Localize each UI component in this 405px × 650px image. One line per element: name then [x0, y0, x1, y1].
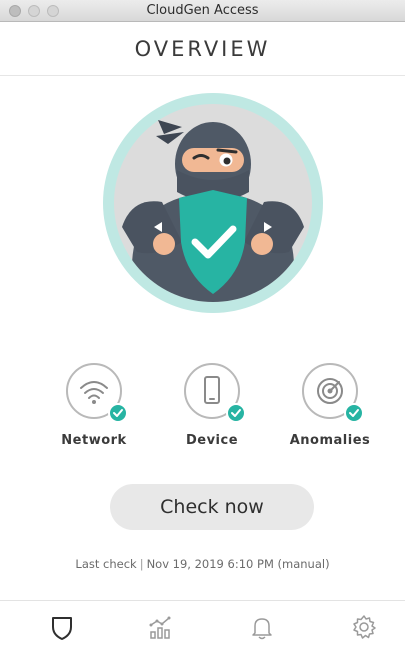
window-title: CloudGen Access [146, 3, 259, 18]
chart-icon [149, 616, 171, 639]
tab-overview[interactable] [48, 613, 76, 641]
page-header: OVERVIEW [0, 22, 405, 76]
gear-icon [353, 615, 376, 639]
status-network[interactable]: Network [34, 363, 154, 448]
last-check-value: Nov 19, 2019 6:10 PM (manual) [146, 557, 330, 571]
last-check-label: Last check [75, 557, 137, 571]
bell-icon [252, 618, 272, 640]
shield-icon [52, 617, 72, 640]
check-badge-icon [226, 403, 246, 423]
network-label: Network [61, 433, 127, 448]
bottom-tab-bar [0, 600, 405, 650]
device-label: Device [185, 433, 239, 448]
check-now-button[interactable]: Check now [110, 484, 314, 530]
check-badge-icon [108, 403, 128, 423]
page-title: OVERVIEW [134, 37, 271, 61]
window-titlebar: CloudGen Access [0, 0, 405, 22]
anomalies-label: Anomalies [289, 433, 371, 448]
status-device[interactable]: Device [152, 363, 272, 448]
status-anomalies[interactable]: Anomalies [270, 363, 390, 448]
anomalies-status-circle [302, 363, 364, 423]
last-check-separator: | [139, 557, 144, 571]
check-badge-icon [344, 403, 364, 423]
last-check-info: Last check | Nov 19, 2019 6:10 PM (manual) [0, 557, 405, 571]
tab-activity[interactable] [146, 613, 174, 641]
device-status-circle [184, 363, 246, 423]
network-status-circle [66, 363, 128, 423]
ninja-shield-illustration [103, 93, 323, 313]
tab-settings[interactable] [350, 613, 378, 641]
tab-notifications[interactable] [248, 613, 276, 641]
app-window: CloudGen Access OVERVIEW Network Device … [0, 0, 405, 650]
